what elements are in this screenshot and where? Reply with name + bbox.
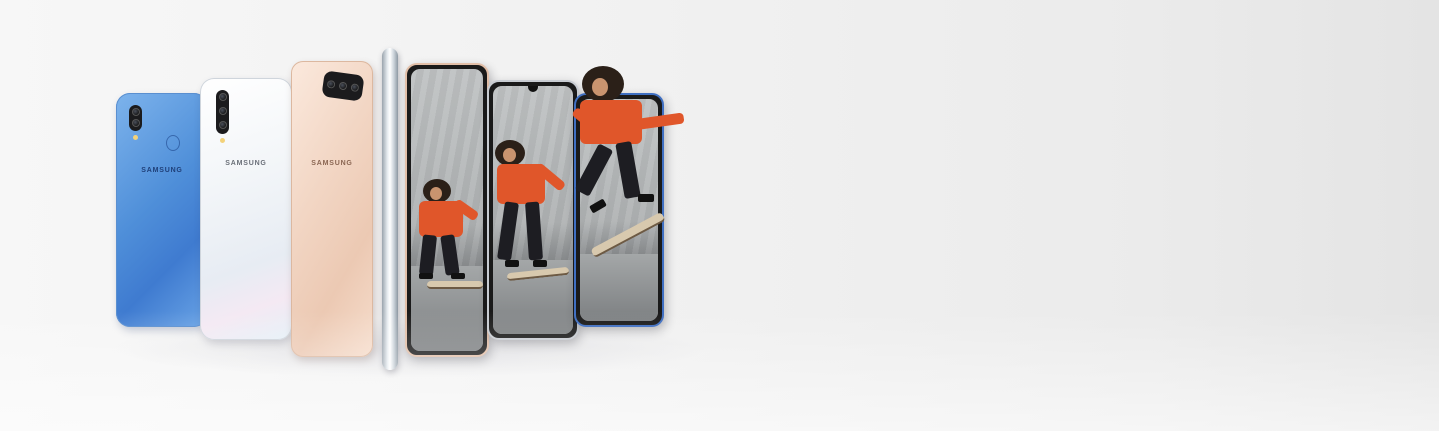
rear-camera-module xyxy=(129,105,142,131)
flash-icon xyxy=(220,138,225,143)
brand-logo: SAMSUNG xyxy=(141,167,183,174)
rotating-camera-module xyxy=(321,70,365,102)
flash-icon xyxy=(133,135,138,140)
skater-figure-popout xyxy=(571,64,710,264)
brand-logo: SAMSUNG xyxy=(311,160,353,167)
camera-lens-icon xyxy=(218,121,227,129)
phone-front-silver xyxy=(487,80,579,340)
camera-lens-icon xyxy=(326,79,336,89)
camera-lens-icon xyxy=(218,93,227,101)
camera-lens-icon xyxy=(338,81,348,91)
camera-lens-icon xyxy=(131,119,140,127)
brand-logo: SAMSUNG xyxy=(225,160,267,167)
fingerprint-sensor-icon xyxy=(166,135,180,151)
camera-lens-icon xyxy=(131,108,140,116)
phone-back-white: SAMSUNG xyxy=(200,78,292,340)
skater-figure xyxy=(411,169,483,299)
phone-back-gold: SAMSUNG xyxy=(291,61,373,357)
phone-front-gold xyxy=(405,63,489,357)
camera-lens-icon xyxy=(350,83,360,93)
phone-back-blue: SAMSUNG xyxy=(116,93,208,327)
hero-banner: SAMSUNG SAMSUNG SAMSUNG xyxy=(0,0,1439,431)
rear-camera-module xyxy=(216,90,229,134)
phone-screen xyxy=(493,86,573,334)
phone-screen xyxy=(411,69,483,351)
skater-figure xyxy=(493,134,573,294)
camera-lens-icon xyxy=(218,107,227,115)
phone-side-view xyxy=(382,48,398,370)
